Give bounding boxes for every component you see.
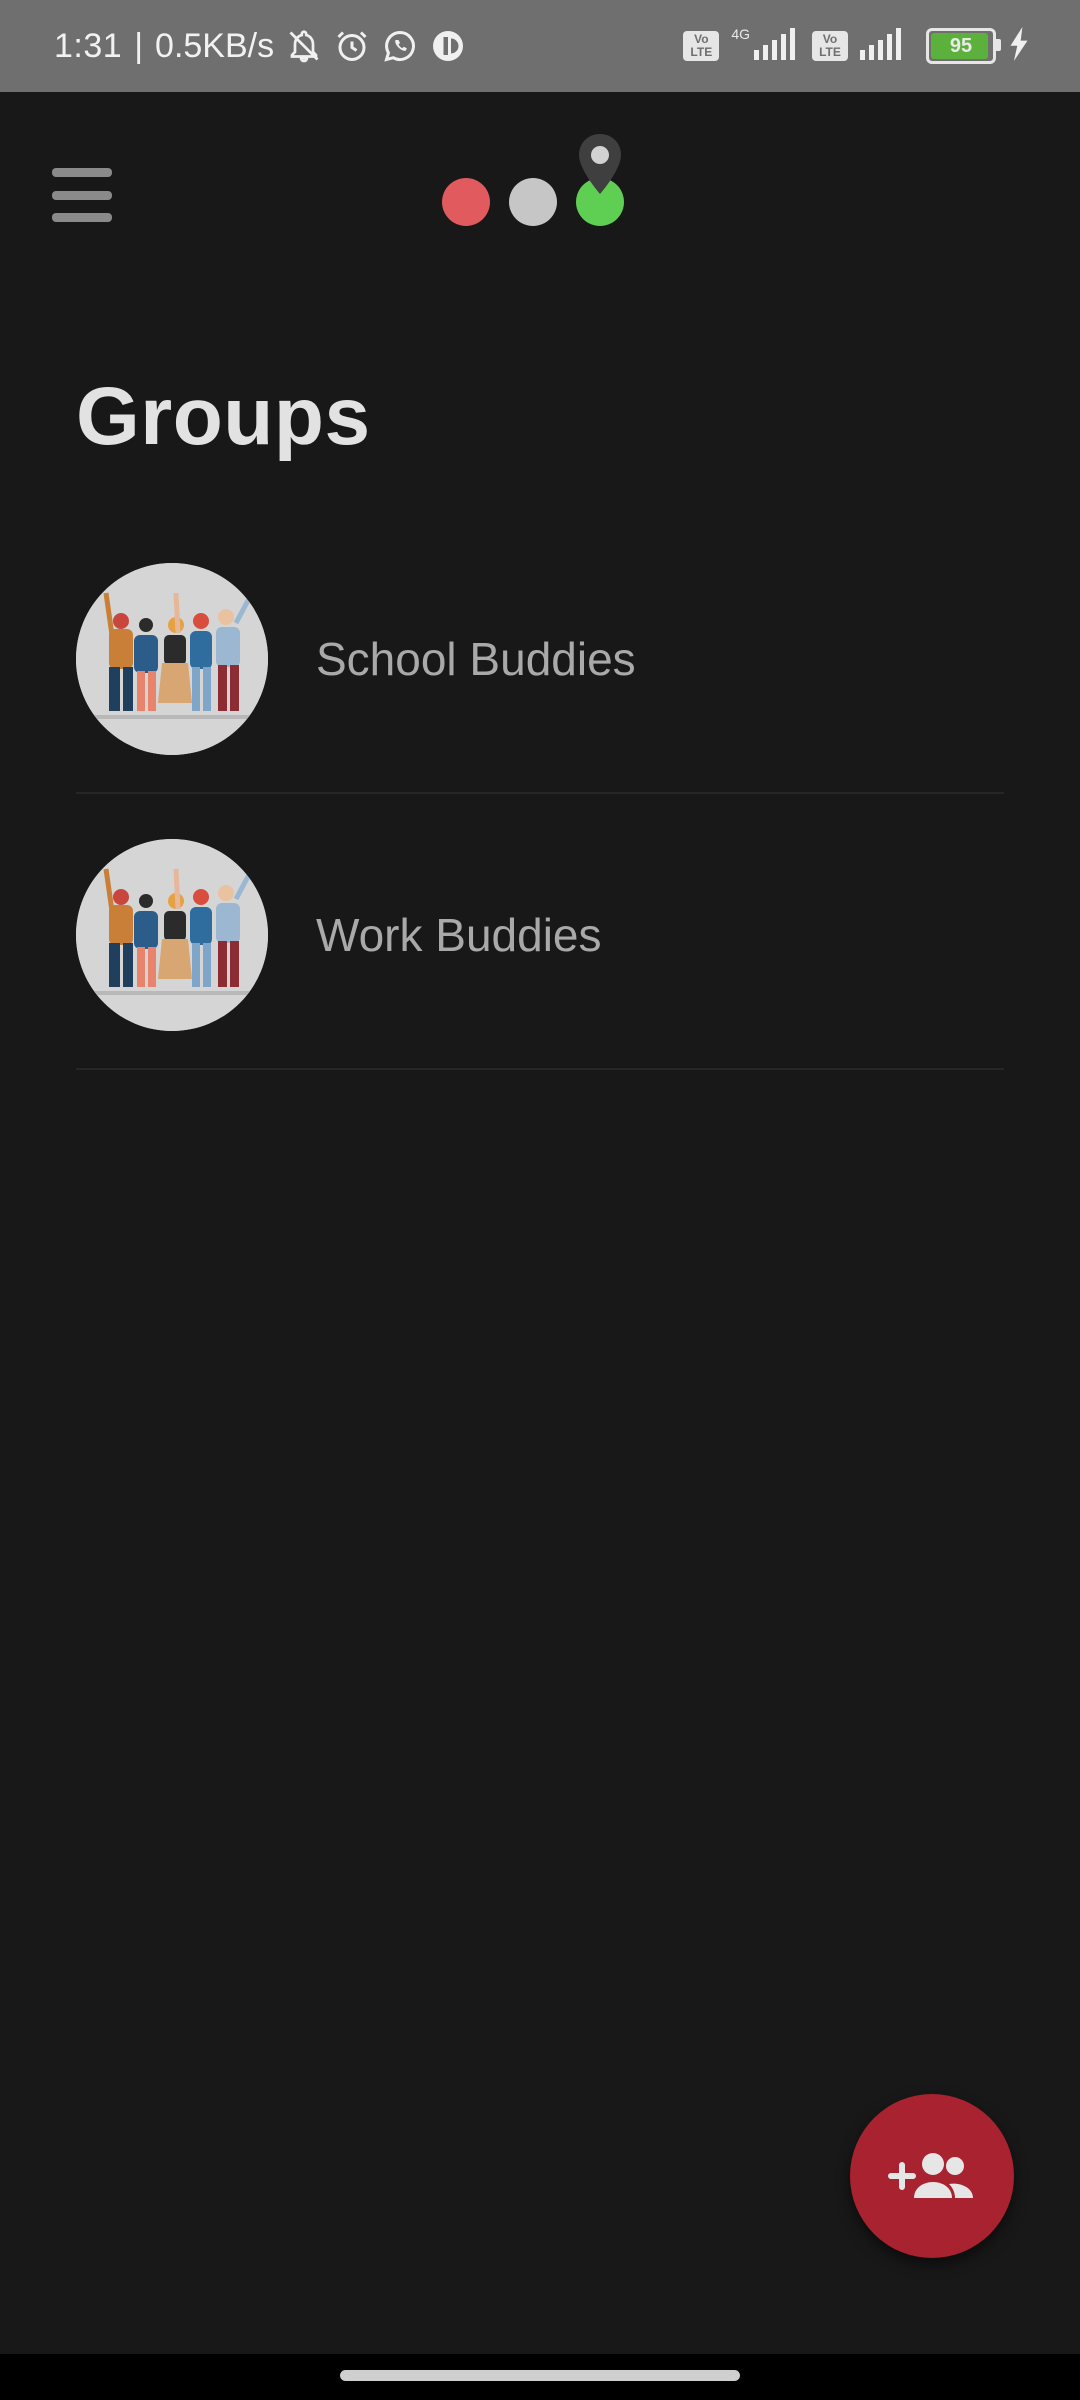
group-item[interactable]: School Buddies [76, 550, 1004, 794]
signal-icon-1 [754, 27, 800, 65]
logo-grey-dot [509, 178, 557, 226]
navigation-bar [0, 2354, 1080, 2400]
status-bar: 1:31 | 0.5KB/s Vo LTE 4G Vo LTE 95 [0, 0, 1080, 92]
battery-indicator: 95 [926, 28, 1001, 64]
group-name: Work Buddies [316, 909, 602, 961]
whatsapp-icon [382, 28, 418, 64]
location-pin-icon [579, 134, 621, 194]
status-time: 1:31 [54, 26, 123, 65]
group-name: School Buddies [316, 633, 636, 685]
logo-red-dot [442, 178, 490, 226]
add-group-icon [888, 2153, 973, 2198]
status-separator: | [134, 26, 144, 65]
network-type-label: 4G [731, 26, 750, 42]
bell-off-icon [286, 28, 322, 64]
add-group-button[interactable] [850, 2094, 1014, 2258]
page-title: Groups [76, 371, 371, 462]
volte-badge-1: Vo LTE [683, 31, 720, 61]
group-avatar [76, 839, 268, 1031]
signal-icon-2 [860, 27, 906, 65]
network-speed: 0.5KB/s [155, 26, 275, 65]
battery-level: 95 [949, 34, 973, 57]
status-bar-left: 1:31 | 0.5KB/s [54, 0, 466, 92]
status-bar-right: Vo LTE 4G Vo LTE 95 [683, 0, 1030, 92]
alarm-icon [334, 28, 370, 64]
hamburger-menu-icon[interactable] [52, 168, 112, 222]
home-indicator[interactable] [340, 2370, 740, 2381]
app-icon [430, 28, 466, 64]
group-avatar [76, 563, 268, 755]
charging-icon [1008, 26, 1030, 66]
group-item[interactable]: Work Buddies [76, 826, 1004, 1070]
volte-badge-2: Vo LTE [812, 31, 848, 61]
app-logo [438, 130, 628, 230]
group-list: School Buddies Work Buddies [76, 550, 1004, 1070]
